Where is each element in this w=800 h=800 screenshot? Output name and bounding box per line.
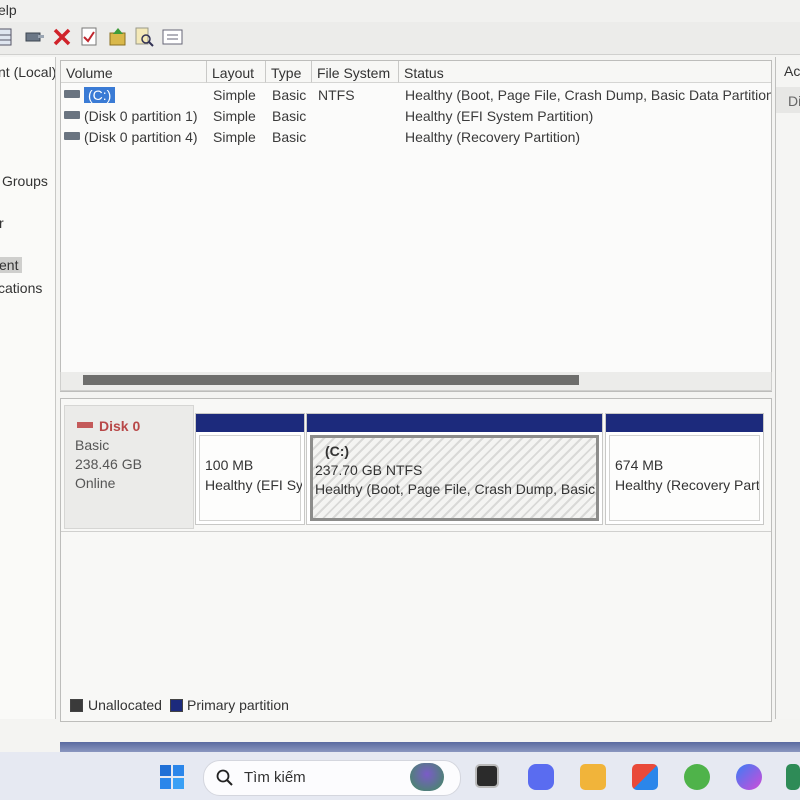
console-tree-pane: nt (Local) Groups r ent cations: [0, 57, 56, 719]
disk-info[interactable]: Disk 0 Basic 238.46 GB Online: [64, 405, 194, 529]
volume-name: (Disk 0 partition 4): [84, 129, 198, 145]
search-placeholder: Tìm kiếm: [244, 769, 306, 786]
tree-item-manager[interactable]: r: [0, 215, 4, 231]
desktop-edge: [60, 742, 800, 752]
task-view-icon[interactable]: [475, 764, 499, 788]
table-row[interactable]: (C:) Simple Basic NTFS Healthy (Boot, Pa…: [61, 85, 771, 105]
disk-name: Disk 0: [99, 418, 141, 434]
partition-bar: [606, 414, 763, 432]
column-header-file-system[interactable]: File System: [312, 61, 399, 83]
chat-icon[interactable]: [528, 764, 554, 790]
connect-icon[interactable]: [24, 27, 44, 47]
volume-layout: Simple: [213, 87, 256, 103]
column-header-layout[interactable]: Layout: [207, 61, 266, 83]
menu-bar: elp: [0, 0, 800, 22]
tree-item-groups[interactable]: Groups: [2, 173, 48, 189]
partition-bar: [196, 414, 304, 432]
partition-size: 100 MB: [205, 457, 254, 473]
partition-efi[interactable]: 100 MB Healthy (EFI Sy: [195, 413, 305, 525]
disk-icon: [77, 422, 93, 428]
check-properties-icon[interactable]: [80, 27, 100, 47]
legend-unallocated: Unallocated: [88, 697, 162, 713]
store-icon[interactable]: [632, 764, 658, 790]
volume-list: Volume Layout Type File System Status (C…: [60, 60, 772, 392]
volume-status: Healthy (EFI System Partition): [405, 108, 594, 124]
scrollbar-thumb[interactable]: [83, 375, 579, 385]
volume-layout: Simple: [213, 108, 256, 124]
volume-status: Healthy (Recovery Partition): [405, 129, 581, 145]
legend: Unallocated Primary partition: [60, 694, 770, 718]
table-row[interactable]: (Disk 0 partition 1) Simple Basic Health…: [61, 106, 771, 126]
volume-name: (C:): [84, 87, 116, 103]
partition-status: Healthy (EFI Sy: [205, 477, 302, 493]
import-icon[interactable]: [108, 27, 128, 47]
partition-size: 674 MB: [615, 457, 664, 473]
messenger-icon[interactable]: [736, 764, 762, 790]
disk-graphical-view: Disk 0 Basic 238.46 GB Online 100 MB Hea…: [60, 398, 772, 722]
volume-type: Basic: [272, 87, 307, 103]
volume-type: Basic: [272, 129, 307, 145]
toolbar: [0, 22, 800, 55]
disk-grid-icon[interactable]: [0, 27, 16, 47]
tree-item-computer-management[interactable]: nt (Local): [0, 64, 55, 80]
legend-unallocated-swatch: [70, 699, 83, 712]
disk-size: 238.46 GB: [75, 456, 142, 472]
windows-start-icon[interactable]: [160, 765, 184, 794]
drive-icon: [64, 132, 80, 140]
partition-bar: [307, 414, 602, 432]
partition-status: Healthy (Recovery Part: [615, 477, 759, 493]
partition-label: (C:): [325, 443, 350, 459]
search-icon: [216, 769, 233, 786]
partition-status: Healthy (Boot, Page File, Crash Dump, Ba…: [315, 481, 595, 497]
actions-item-disk[interactable]: Di: [788, 93, 800, 109]
menu-help[interactable]: elp: [0, 2, 17, 18]
disk-state: Online: [75, 475, 116, 491]
file-explorer-icon[interactable]: [580, 764, 606, 790]
delete-icon[interactable]: [52, 27, 72, 47]
volume-status: Healthy (Boot, Page File, Crash Dump, Ba…: [405, 87, 771, 103]
actions-header: Ac: [784, 63, 800, 79]
tree-item-disk-management[interactable]: ent: [0, 257, 22, 273]
column-header-volume[interactable]: Volume: [61, 61, 207, 83]
column-header-status[interactable]: Status: [399, 61, 771, 83]
actions-pane: Ac Di: [775, 57, 800, 719]
table-row[interactable]: (Disk 0 partition 4) Simple Basic Health…: [61, 127, 771, 147]
partition-recovery[interactable]: 674 MB Healthy (Recovery Part: [605, 413, 764, 525]
volume-type: Basic: [272, 108, 307, 124]
disk-type: Basic: [75, 437, 110, 453]
volume-fs: NTFS: [318, 87, 355, 103]
volume-name: (Disk 0 partition 1): [84, 108, 198, 124]
partition-size: 237.70 GB NTFS: [315, 462, 423, 478]
drive-icon: [64, 90, 80, 98]
copilot-icon[interactable]: [410, 763, 444, 791]
taskbar: Tìm kiếm: [0, 752, 800, 800]
app-icon[interactable]: [684, 764, 710, 790]
volume-layout: Simple: [213, 129, 256, 145]
partition-c[interactable]: (C:) 237.70 GB NTFS Healthy (Boot, Page …: [306, 413, 603, 525]
tray-icon[interactable]: [786, 764, 800, 790]
horizontal-scrollbar[interactable]: [60, 372, 772, 391]
search-document-icon[interactable]: [134, 27, 154, 47]
legend-primary-swatch: [170, 699, 183, 712]
column-header-type[interactable]: Type: [266, 61, 312, 83]
settings-list-icon[interactable]: [162, 27, 183, 47]
drive-icon: [64, 111, 80, 119]
tree-item-applications[interactable]: cations: [0, 280, 42, 296]
legend-primary: Primary partition: [187, 697, 289, 713]
taskbar-search-box[interactable]: Tìm kiếm: [203, 760, 461, 796]
